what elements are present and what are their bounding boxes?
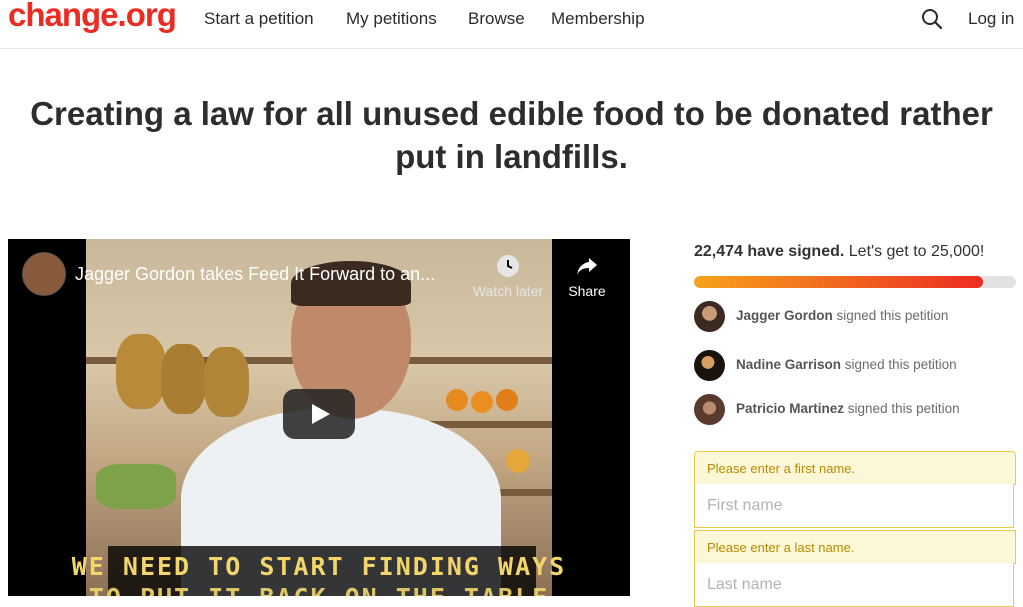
clock-icon [497,255,519,277]
petition-title-line-2: put in landfills. [395,138,628,175]
petition-title-line-1: Creating a law for all unused edible foo… [30,95,993,132]
signed-count: 22,474 have signed. [694,243,845,260]
sign-petition-form: Please enter a first name. Please enter … [694,451,1016,607]
first-name-error-text: Please enter a first name. [707,461,856,476]
nav-start-petition[interactable]: Start a petition [204,9,314,29]
nav-my-petitions[interactable]: My petitions [346,9,437,29]
search-icon[interactable] [920,7,944,31]
change-org-logo[interactable]: change.org [8,0,177,34]
petition-title: Creating a law for all unused edible foo… [10,92,1013,178]
share-button[interactable]: Share [564,253,610,299]
video-player[interactable]: Jagger Gordon takes Feed It Forward to a… [8,239,630,596]
signer-name: Jagger Gordon [736,308,833,323]
nav-membership[interactable]: Membership [551,9,645,29]
signer-name: Patricio Martinez [736,401,845,416]
last-name-field[interactable] [694,563,1014,607]
avatar [694,350,725,381]
play-icon [312,404,330,424]
first-name-error: Please enter a first name. [694,451,1016,485]
signature-count: 22,474 have signed. Let's get to 25,000! [694,243,984,261]
video-title[interactable]: Jagger Gordon takes Feed It Forward to a… [75,264,435,285]
signature-progress-bar [694,276,1016,288]
play-button[interactable] [283,389,355,439]
nav-browse[interactable]: Browse [468,9,525,29]
video-caption-line-1: WE NEED TO START FINDING WAYS [71,552,567,581]
watch-later-button[interactable]: Watch later [468,253,548,299]
progress-fill [694,276,984,288]
channel-avatar[interactable] [22,252,66,296]
share-label: Share [568,283,606,299]
signer-action: signed this petition [844,357,957,372]
avatar [694,301,725,332]
video-caption-line-2: TO PUT IT BACK ON THE TABLE [8,583,630,596]
watch-later-label: Watch later [472,283,544,299]
avatar [694,394,725,425]
first-name-field[interactable] [694,484,1014,528]
signer-action: signed this petition [847,401,960,416]
login-link[interactable]: Log in [968,9,1014,29]
last-name-error-text: Please enter a last name. [707,540,855,555]
top-navigation-bar: change.org Start a petition My petitions… [0,0,1023,49]
share-arrow-icon [577,258,597,275]
signer-name: Nadine Garrison [736,357,842,372]
last-name-error: Please enter a last name. [694,530,1016,564]
signer-action: signed this petition [836,308,949,323]
signature-goal: Let's get to 25,000! [848,243,985,260]
